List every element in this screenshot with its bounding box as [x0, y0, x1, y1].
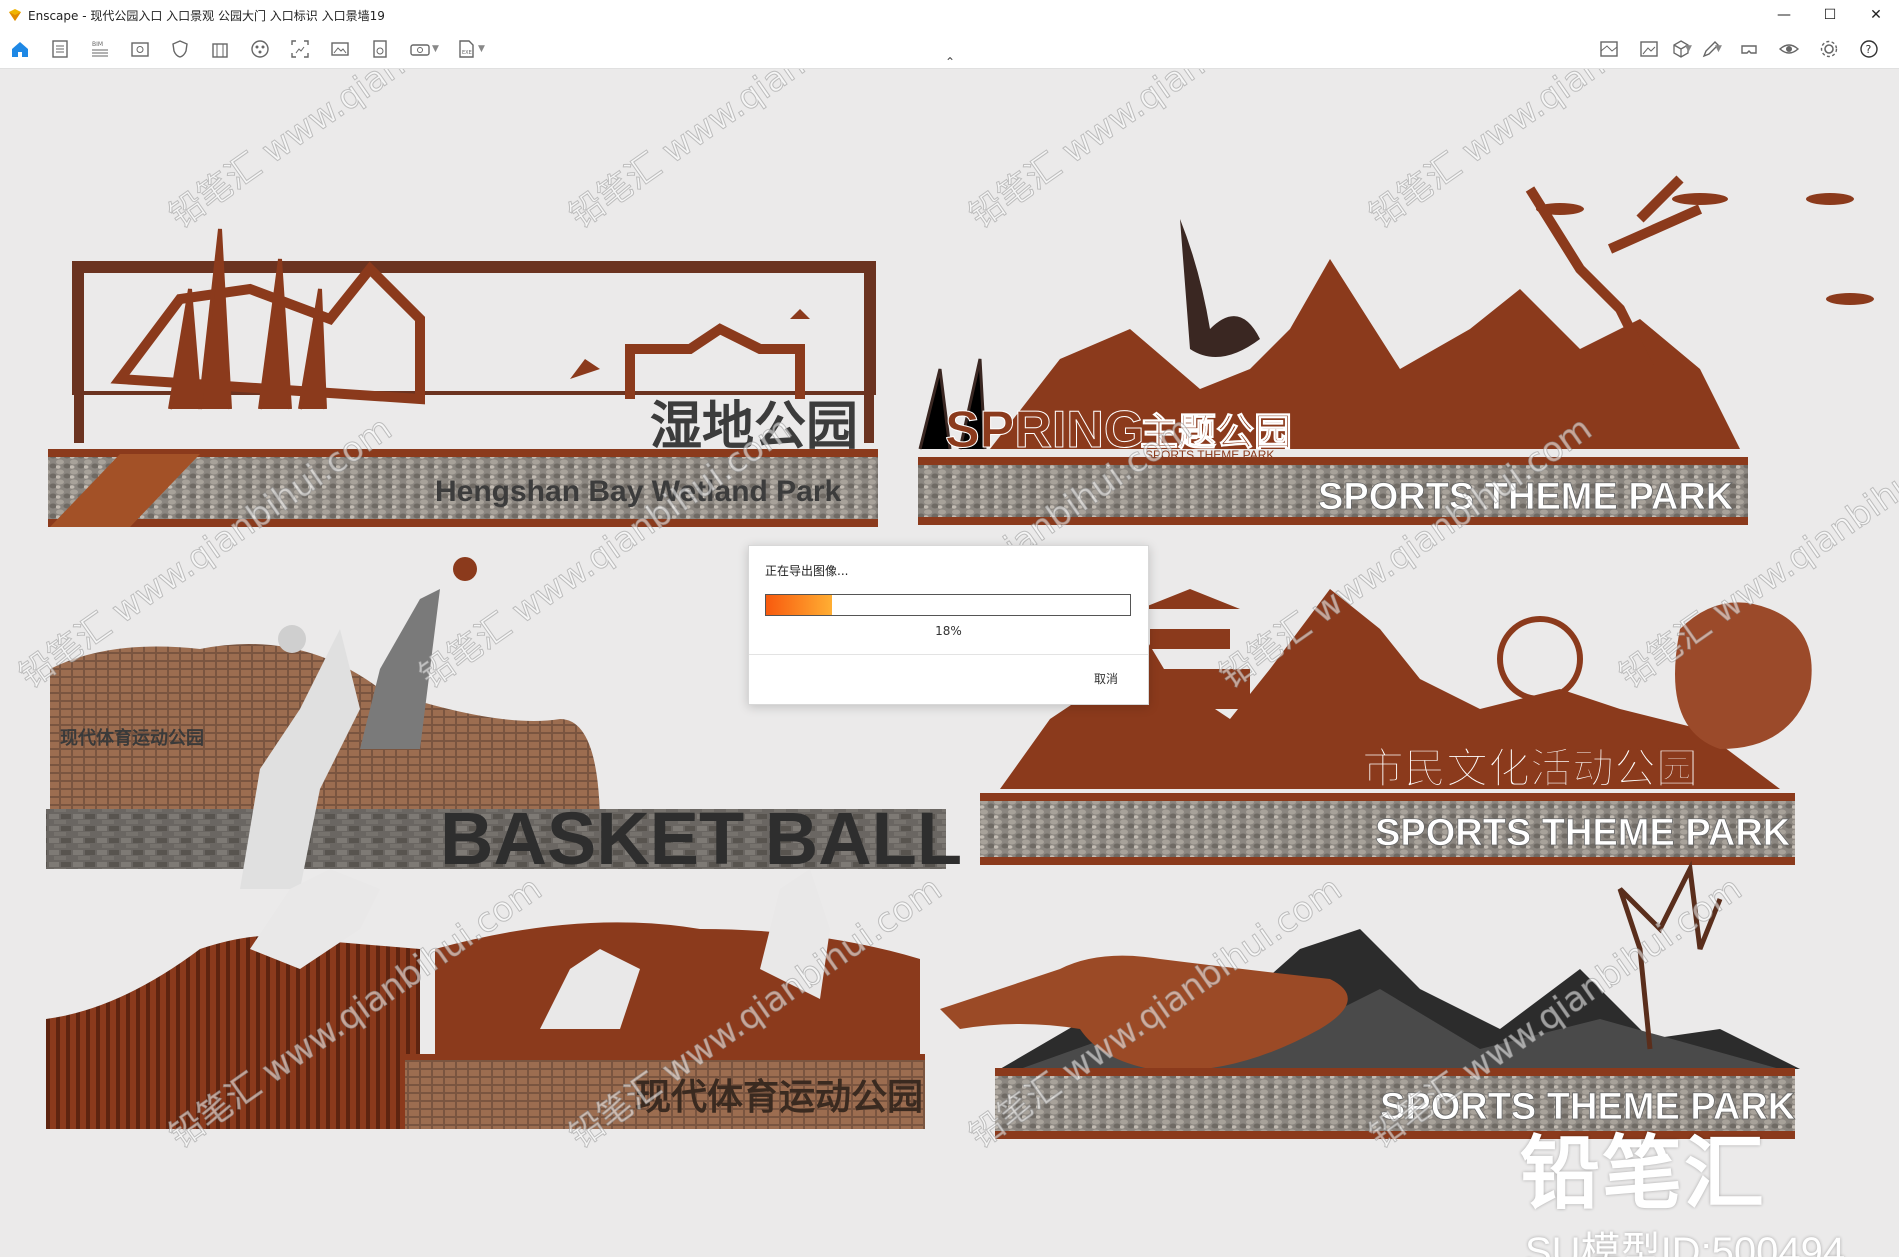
- export-icon: EXE: [459, 40, 474, 58]
- vr-headset-button[interactable]: [1729, 32, 1769, 66]
- view-button[interactable]: [120, 32, 160, 66]
- eye-icon: [1778, 44, 1800, 54]
- settings-button[interactable]: [1809, 32, 1849, 66]
- settings-icon: [1820, 40, 1838, 58]
- window-title: Enscape - 现代公园入口 入口景观 公园大门 入口标识 入口景墙19: [28, 8, 385, 23]
- bim-icon: BIM: [92, 41, 108, 57]
- image-export-icon: [331, 42, 349, 56]
- document-icon: [52, 40, 68, 58]
- map-icon: [1600, 41, 1618, 57]
- spring-title-en: SPRING: [945, 401, 1144, 459]
- svg-text:?: ?: [1866, 43, 1872, 56]
- export-progress-bar: [765, 594, 1131, 616]
- pen-dropdown-chevron-icon[interactable]: ▼: [1715, 44, 1725, 54]
- basketball-small-cn: 现代体育运动公园: [60, 727, 204, 749]
- scene-panel-wetland: 湿地公园 Hengshan Bay Wetland Park: [48, 228, 878, 527]
- svg-text:EXE: EXE: [462, 50, 472, 56]
- dialog-divider: [749, 654, 1148, 655]
- close-icon: ✕: [1870, 7, 1882, 23]
- dialog-title: 正在导出图像...: [765, 564, 849, 578]
- image-icon: [1640, 41, 1658, 57]
- image-button[interactable]: [1629, 32, 1669, 66]
- basketball-title: BASKET BALL: [440, 797, 962, 880]
- asset-library-icon: [251, 40, 269, 58]
- home-button[interactable]: [0, 32, 40, 66]
- cube-dropdown-chevron-icon[interactable]: ▼: [1685, 44, 1695, 54]
- export-progress-dialog: 正在导出图像... 18% 取消: [748, 545, 1149, 705]
- document-button[interactable]: [40, 32, 80, 66]
- building-icon: [212, 43, 228, 58]
- progress-percent: 18%: [935, 624, 962, 638]
- screenshot-icon: [291, 40, 309, 58]
- watermark-tile: 铅笔汇 www.qianbihui.com: [562, 69, 949, 236]
- eye-button[interactable]: [1769, 32, 1809, 66]
- screenshot-button[interactable]: [280, 32, 320, 66]
- minimize-icon: —: [1777, 7, 1791, 23]
- scene-panel-spring: SPRING 主题公园 SPORTS THEME PARK SPORTS THE…: [918, 175, 1874, 525]
- watermark-tile: 铅笔汇 www.qianbihui.com: [162, 69, 549, 236]
- progress-fill: [766, 595, 832, 615]
- watermark-tile: 铅笔汇 www.qianbihui.com: [962, 69, 1349, 236]
- vr-headset-icon: [1741, 45, 1757, 54]
- export-dropdown-chevron-icon[interactable]: ▼: [478, 44, 488, 54]
- toolbar-right-group: ▼ ▼ ?: [1589, 32, 1889, 66]
- model-id-watermark: SU模型ID:500494: [1525, 1230, 1846, 1257]
- civic-title-cn: 市民文化活动公园: [1362, 744, 1698, 793]
- panorama-icon: [410, 44, 430, 56]
- brand-watermark: 铅笔汇: [1520, 1127, 1766, 1220]
- shield-button[interactable]: [160, 32, 200, 66]
- wetland-title-en: Hengshan Bay Wetland Park: [435, 475, 842, 508]
- toolbar-left-group: BIM ▼ EXE ▼: [0, 32, 492, 66]
- map-button[interactable]: [1589, 32, 1629, 66]
- maximize-button[interactable]: ☐: [1807, 0, 1853, 30]
- civic-base-text: SPORTS THEME PARK: [1375, 812, 1791, 854]
- panorama-dropdown-chevron-icon[interactable]: ▼: [432, 44, 442, 54]
- maximize-icon: ☐: [1823, 7, 1837, 23]
- enscape-logo-icon: [9, 9, 21, 21]
- cancel-button[interactable]: 取消: [1094, 670, 1118, 687]
- help-icon: ?: [1860, 40, 1878, 58]
- title-bar: Enscape - 现代公园入口 入口景观 公园大门 入口标识 入口景墙19 —…: [0, 0, 1899, 30]
- help-button[interactable]: ?: [1849, 32, 1889, 66]
- building-button[interactable]: [200, 32, 240, 66]
- close-button[interactable]: ✕: [1853, 0, 1899, 30]
- bim-label: BIM: [92, 41, 103, 48]
- minimize-button[interactable]: —: [1761, 0, 1807, 30]
- bim-button[interactable]: BIM: [80, 32, 120, 66]
- shield-icon: [172, 40, 188, 58]
- home-icon: [12, 42, 28, 57]
- window-controls: — ☐ ✕: [1761, 0, 1899, 30]
- image-export-button[interactable]: [320, 32, 360, 66]
- batch-render-button[interactable]: [360, 32, 400, 66]
- view-icon: [131, 42, 149, 57]
- toolbar-collapse-handle[interactable]: ⌃: [940, 55, 960, 69]
- chevron-up-icon: ⌃: [944, 55, 956, 69]
- batch-render-icon: [373, 40, 387, 58]
- asset-library-button[interactable]: [240, 32, 280, 66]
